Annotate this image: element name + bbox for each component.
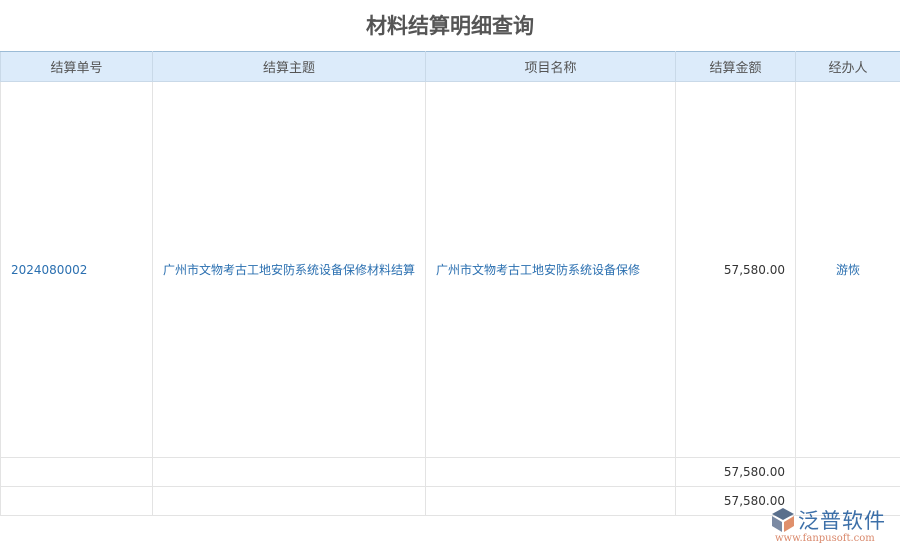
cell-amount: 57,580.00 [675,81,796,458]
total-row: 57,580.00 [0,486,900,516]
page-title: 材料结算明细查询 [366,14,534,38]
fanpusoft-logo: 泛普软件 www.fanpusoft.com [770,505,895,549]
cell-project[interactable]: 广州市文物考古工地安防系统设备保修 [425,81,676,458]
logo-mark-icon [772,508,794,532]
col-header-handler[interactable]: 经办人 [795,51,900,82]
settlement-table: 结算单号 结算主题 项目名称 结算金额 经办人 2024080002 广州市文物… [0,51,900,516]
cell-no[interactable]: 2024080002 [0,81,153,458]
col-header-subject[interactable]: 结算主题 [152,51,426,82]
cell-handler[interactable]: 游恢 [795,81,900,458]
logo-url: www.fanpusoft.com [775,533,875,544]
cell-subject[interactable]: 广州市文物考古工地安防系统设备保修材料结算 [152,81,426,458]
subtotal-amount: 57,580.00 [675,457,796,487]
col-header-amount[interactable]: 结算金额 [675,51,796,82]
logo-name: 泛普软件 [798,509,886,533]
subtotal-row: 57,580.00 [0,457,900,487]
col-header-no[interactable]: 结算单号 [0,51,153,82]
table-row[interactable]: 2024080002 广州市文物考古工地安防系统设备保修材料结算 广州市文物考古… [0,81,900,458]
col-header-project[interactable]: 项目名称 [425,51,676,82]
